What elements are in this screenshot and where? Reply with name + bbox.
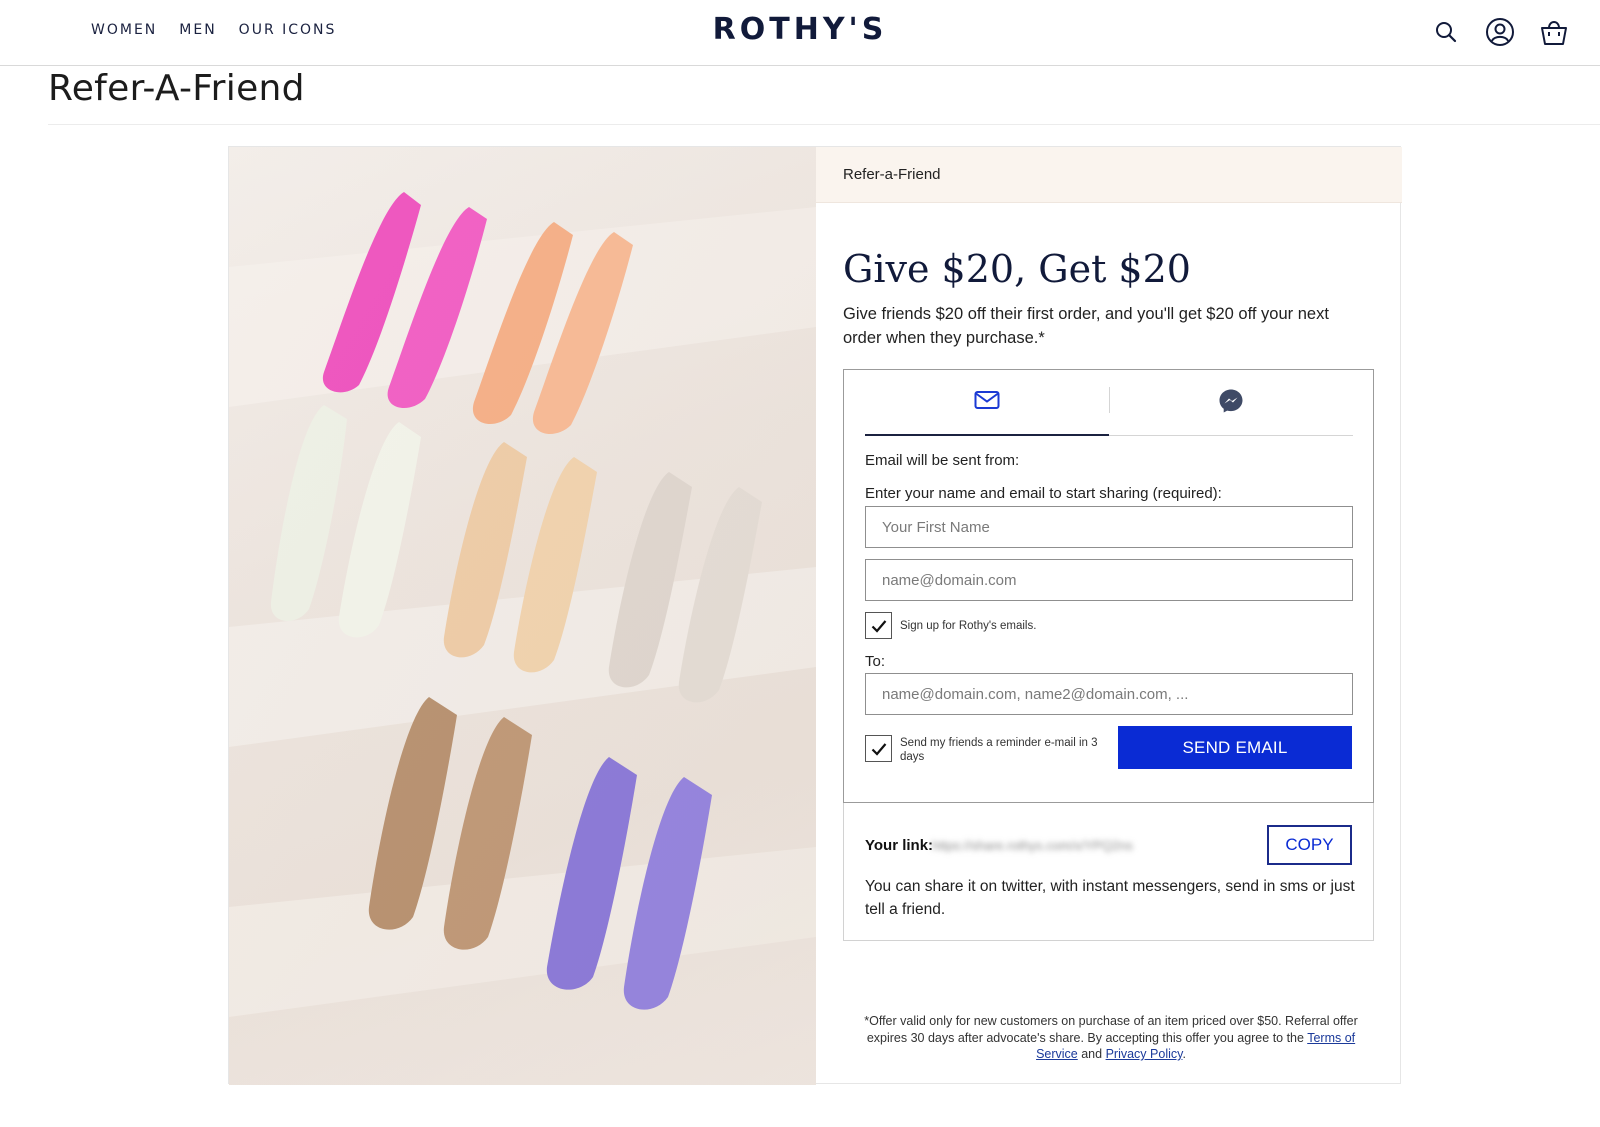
copy-link-button[interactable]: COPY [1267, 825, 1352, 865]
referral-panel: Refer-a-Friend Give $20, Get $20 Give fr… [816, 147, 1402, 1085]
fine-print-text: *Offer valid only for new customers on p… [864, 1014, 1358, 1045]
header-actions [1430, 15, 1570, 49]
signup-checkbox[interactable] [865, 612, 892, 639]
referral-card: Refer-a-Friend Give $20, Get $20 Give fr… [228, 146, 1402, 1085]
link-note: You can share it on twitter, with instan… [865, 878, 1355, 918]
referral-link[interactable]: https://share.rothys.com/x/YPQ2ns [932, 838, 1133, 853]
nav-women[interactable]: WOMEN [91, 22, 157, 38]
nav-men[interactable]: MEN [179, 22, 216, 38]
search-icon[interactable] [1430, 15, 1462, 49]
panel-header: Refer-a-Friend [816, 147, 1402, 203]
sender-email-input[interactable] [865, 559, 1353, 601]
signup-label: Sign up for Rothy's emails. [900, 620, 1037, 632]
fine-print: *Offer valid only for new customers on p… [861, 1013, 1361, 1063]
offer-description: Give friends $20 off their first order, … [843, 305, 1329, 347]
first-name-input[interactable] [865, 506, 1353, 548]
email-icon [974, 390, 1000, 415]
tab-email[interactable] [865, 370, 1109, 436]
link-label: Your link: [865, 837, 934, 854]
reminder-checkbox[interactable] [865, 735, 892, 762]
offer-headline: Give $20, Get $20 [843, 247, 1191, 291]
share-form: Email will be sent from: Enter your name… [843, 369, 1374, 803]
title-divider [48, 124, 1600, 125]
nav-our-icons[interactable]: OUR ICONS [239, 22, 337, 38]
enter-label: Enter your name and email to start shari… [865, 485, 1222, 502]
fine-print-and: and [1081, 1047, 1103, 1061]
main-nav: WOMEN MEN OUR ICONS [91, 22, 336, 38]
check-icon [871, 619, 886, 633]
share-tabs [865, 370, 1353, 436]
send-email-button[interactable]: SEND EMAIL [1118, 726, 1352, 769]
hero-image [229, 147, 816, 1085]
panel-breadcrumb: Refer-a-Friend [843, 166, 941, 183]
privacy-link[interactable]: Privacy Policy [1106, 1047, 1183, 1061]
cart-icon[interactable] [1538, 15, 1570, 49]
from-label: Email will be sent from: [865, 452, 1020, 469]
page-title: Refer-A-Friend [48, 68, 305, 109]
messenger-icon [1218, 388, 1244, 419]
check-icon [871, 742, 886, 756]
to-label: To: [865, 653, 886, 670]
share-link-box: Your link: https://share.rothys.com/x/YP… [843, 803, 1374, 941]
fine-print-end: . [1182, 1047, 1186, 1061]
site-header: WOMEN MEN OUR ICONS ROTHY'S [0, 0, 1600, 66]
recipients-input[interactable] [865, 673, 1353, 715]
tab-messenger[interactable] [1109, 370, 1353, 436]
reminder-label: Send my friends a reminder e-mail in 3 d… [900, 737, 1098, 763]
account-icon[interactable] [1484, 15, 1516, 49]
brand-logo[interactable]: ROTHY'S [713, 12, 888, 47]
